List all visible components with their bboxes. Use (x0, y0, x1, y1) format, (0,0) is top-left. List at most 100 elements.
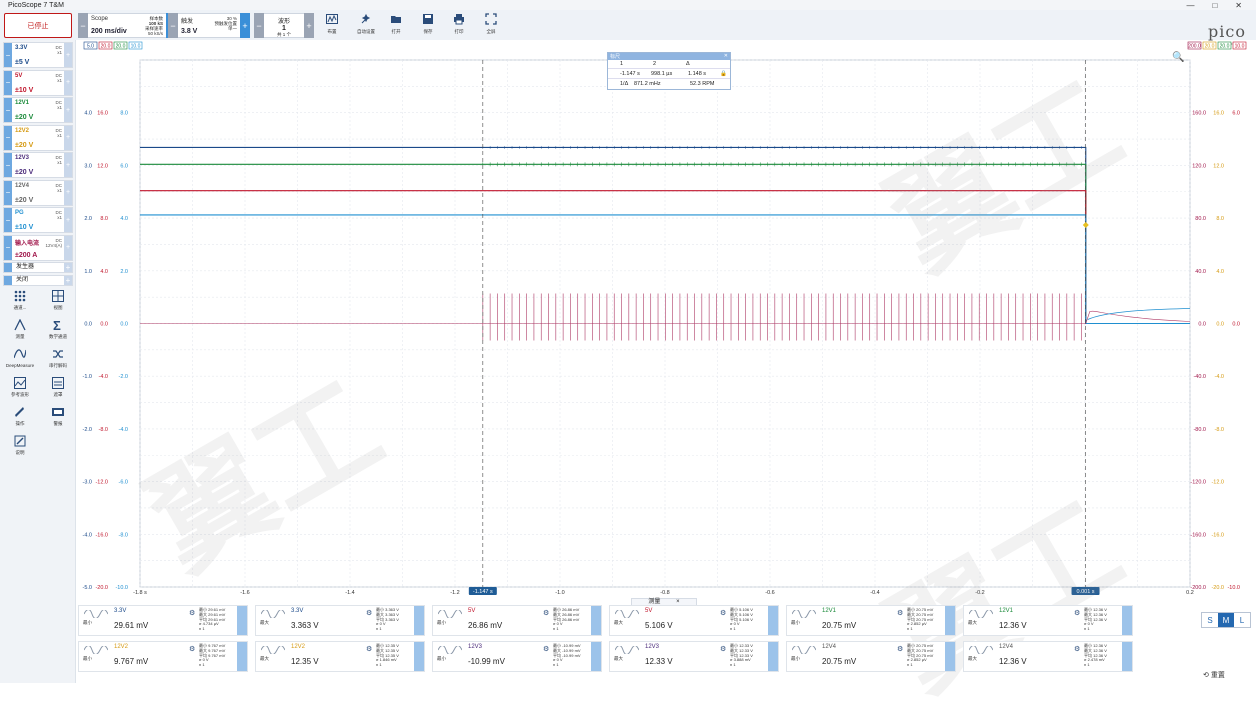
delete-measurement-button[interactable] (945, 642, 955, 671)
gear-icon[interactable]: ⚙ (1074, 609, 1080, 617)
gear-icon[interactable]: ⚙ (189, 609, 195, 617)
delete-measurement-button[interactable] (768, 606, 778, 635)
channel-item[interactable]: − 输入电流 ±200 A DC 12V4(A) + (3, 234, 73, 261)
channel-increase-button[interactable]: + (64, 70, 72, 95)
trigger-increase-button[interactable]: + (240, 13, 250, 38)
maximize-icon[interactable]: □ (1212, 1, 1217, 10)
open-button[interactable]: 打开 (382, 12, 410, 39)
channel-decrease-button[interactable]: − (4, 153, 12, 177)
delete-measurement-button[interactable] (591, 606, 601, 635)
channel-decrease-button[interactable]: − (4, 98, 12, 122)
channel-item[interactable]: − PG ±10 V DC x1 + (3, 207, 73, 233)
gear-icon[interactable]: ⚙ (720, 609, 726, 617)
waveform-box[interactable]: 波形 1 共 1 个 (264, 13, 304, 38)
measurement-cell[interactable]: 最小 12V1 20.75 mV ⚙ 最小 20.75 mV 最大 20.75 m… (786, 605, 956, 636)
channel-increase-button[interactable]: + (64, 208, 72, 232)
channel-decrease-button[interactable]: − (4, 70, 12, 95)
serial-tool-button[interactable]: 串行解码 (41, 348, 75, 374)
measurement-cell[interactable]: 最大 5V 5.106 V ⚙ 最小 5.106 V 最大 5.106 V 平均 5… (609, 605, 779, 636)
waveform-next-button[interactable]: + (304, 13, 314, 38)
channel-increase-button[interactable]: + (64, 125, 72, 150)
actions-tool-button[interactable]: 操作 (3, 406, 37, 432)
channel-decrease-button[interactable]: − (4, 208, 12, 232)
channel-item[interactable]: − 5V ±10 V DC x1 + (3, 69, 73, 96)
size-s-button[interactable]: S (1202, 613, 1218, 627)
measurement-cell[interactable]: 最小 12V2 9.767 mV ⚙ 最小 9.767 mV 最大 9.767 m… (78, 641, 248, 672)
measurement-cell[interactable]: 最大 3.3V 3.363 V ⚙ 最小 3.363 V 最大 3.363 V 平均… (255, 605, 425, 636)
size-m-button[interactable]: M (1218, 613, 1234, 627)
gear-icon[interactable]: ⚙ (897, 609, 903, 617)
measurement-cell[interactable]: 最小 5V 26.86 mV ⚙ 最小 26.86 mV 最大 26.86 mV 平… (432, 605, 602, 636)
generator-item[interactable]: 发生器 + (3, 262, 73, 273)
channel-name: 3.3V (15, 45, 28, 51)
measurement-cell[interactable]: 最小 12V3 -10.99 mV ⚙ 最小 -10.99 mV 最大 -10.9… (432, 641, 602, 672)
deepmeasure-tool-button[interactable]: DeepMeasure (3, 348, 37, 374)
measurement-cell[interactable]: 最小 12V4 20.75 mV ⚙ 最小 20.75 mV 最大 20.75 m… (786, 641, 956, 672)
measurement-cell[interactable]: 最大 12V4 12.36 V ⚙ 最小 12.36 V 最大 12.36 V 平均… (963, 641, 1133, 672)
channel-increase-button[interactable]: + (64, 180, 72, 205)
delete-measurement-button[interactable] (237, 642, 247, 671)
delete-measurement-button[interactable] (1122, 642, 1132, 671)
minimize-icon[interactable]: — (1186, 1, 1194, 10)
measurement-cell[interactable]: 最大 12V1 12.36 V ⚙ 最小 12.36 V 最大 12.36 V 平均… (963, 605, 1133, 636)
measurement-cell[interactable]: 最大 12V3 12.33 V ⚙ 最小 12.33 V 最大 12.33 V 平均… (609, 641, 779, 672)
channels-tool-button[interactable]: 通道... (3, 290, 37, 316)
gear-icon[interactable]: ⚙ (897, 645, 903, 653)
timebase-decrease-button[interactable]: − (78, 13, 88, 38)
math-tool-button[interactable]: Σ 数学通道 (41, 318, 75, 345)
gear-icon[interactable]: ⚙ (720, 645, 726, 653)
views-tool-button[interactable]: 视图 (41, 290, 75, 316)
channel-item[interactable]: − 3.3V ±5 V DC x1 + (3, 42, 73, 68)
rulers-panel[interactable]: 标尺 ✕ 1 2 Δ -1.147 s 998.1 µs 1.148 s 🔒 1… (607, 52, 731, 90)
channel-item[interactable]: − 12V4 ±20 V DC x1 + (3, 179, 73, 206)
alarm-tool-button[interactable]: 警报 (41, 406, 75, 432)
fullscreen-button[interactable]: 全屏 (477, 12, 505, 39)
notes-tool-button[interactable]: 说明 (3, 435, 37, 461)
reference-tool-button[interactable]: 参考波形 (3, 377, 37, 403)
gear-icon[interactable]: ⚙ (189, 645, 195, 653)
gear-icon[interactable]: ⚙ (366, 609, 372, 617)
channel-item[interactable]: − 12V2 ±20 V DC x1 + (3, 124, 73, 151)
lock-icon[interactable]: 🔒 (720, 71, 727, 77)
channel-decrease-button[interactable]: − (4, 43, 12, 67)
gear-icon[interactable]: ⚙ (543, 609, 549, 617)
waveform-prev-button[interactable]: − (254, 13, 264, 38)
trigger-box[interactable]: 触发 3.8 V 30 % 预触发位置 单一 (178, 13, 240, 38)
run-stop-button[interactable]: 已停止 (4, 13, 72, 38)
close-icon[interactable]: ✕ (1235, 1, 1242, 10)
channel-increase-button[interactable]: + (64, 43, 72, 67)
mask-tool-button[interactable]: 遮罩 (41, 377, 75, 403)
measurement-cell[interactable]: 最大 12V2 12.35 V ⚙ 最小 12.35 V 最大 12.35 V 平均… (255, 641, 425, 672)
autosetup-button[interactable]: 自动设置 (352, 12, 380, 39)
gear-icon[interactable]: ⚙ (543, 645, 549, 653)
delete-measurement-button[interactable] (1122, 606, 1132, 635)
delete-measurement-button[interactable] (591, 642, 601, 671)
rulers-close-icon[interactable]: ✕ (724, 53, 728, 59)
reset-button[interactable]: ⟲ 重置 (1203, 670, 1225, 680)
measure-tool-button[interactable]: 测量 (3, 318, 37, 345)
delete-measurement-button[interactable] (768, 642, 778, 671)
channel-item[interactable]: − 12V3 ±20 V DC x1 + (3, 152, 73, 178)
print-button[interactable]: 打印 (445, 12, 473, 39)
channel-increase-button[interactable]: + (64, 98, 72, 122)
channel-decrease-button[interactable]: − (4, 125, 12, 150)
channel-increase-button[interactable]: + (64, 153, 72, 177)
channel-item[interactable]: − 12V1 ±20 V DC x1 + (3, 97, 73, 123)
zoom-icon[interactable]: 🔍 (1172, 52, 1184, 63)
save-button[interactable]: 保存 (414, 12, 442, 39)
gear-icon[interactable]: ⚙ (366, 645, 372, 653)
delete-measurement-button[interactable] (414, 606, 424, 635)
delete-measurement-button[interactable] (237, 606, 247, 635)
timebase-box[interactable]: Scope 200 ms/div 样本数 100 kS 采样速率 50 kS/s (88, 13, 166, 38)
layout-button[interactable]: 布置 (318, 12, 346, 39)
delete-measurement-button[interactable] (414, 642, 424, 671)
trigger-decrease-button[interactable]: − (168, 13, 178, 38)
size-l-button[interactable]: L (1234, 613, 1250, 627)
channel-increase-button[interactable]: + (64, 235, 72, 260)
channel-decrease-button[interactable]: − (4, 235, 12, 260)
delete-measurement-button[interactable] (945, 606, 955, 635)
generator-off-item[interactable]: 关闭 + (3, 275, 73, 286)
gear-icon[interactable]: ⚙ (1074, 645, 1080, 653)
measurement-cell[interactable]: 最小 3.3V 29.61 mV ⚙ 最小 29.61 mV 最大 29.61 m… (78, 605, 248, 636)
channel-decrease-button[interactable]: − (4, 180, 12, 205)
